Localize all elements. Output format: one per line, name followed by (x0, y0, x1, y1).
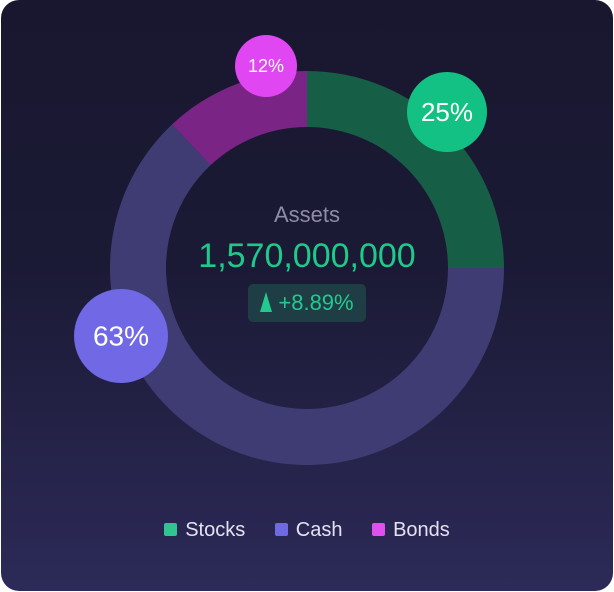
legend-label-bonds: Bonds (393, 519, 450, 541)
legend-item-stocks[interactable]: Stocks (164, 516, 245, 544)
data-label-text-cash: 63% (93, 321, 149, 352)
center-title: Assets (273, 202, 341, 227)
data-label-bonds: 12% (235, 35, 297, 97)
data-label-stocks: 25% (407, 72, 487, 152)
chart-legend: Stocks Cash Bonds (1, 516, 613, 544)
legend-item-cash[interactable]: Cash (274, 516, 343, 544)
data-label-text-stocks: 25% (421, 97, 473, 127)
legend-label-cash: Cash (295, 519, 343, 541)
total-assets-value: 1,570,000,000 (198, 237, 416, 275)
donut-center: Assets 1,570,000,000 +8.89% (157, 200, 457, 322)
legend-label-stocks: Stocks (185, 519, 246, 541)
change-value: +8.89% (278, 290, 354, 315)
trend-up-icon (260, 292, 273, 312)
assets-chart-card: 25% 63% 12% Assets 1,570,000,000 +8.89% St… (1, 0, 613, 591)
legend-swatch-cash (274, 523, 288, 536)
legend-swatch-bonds (372, 523, 386, 536)
data-label-text-bonds: 12% (248, 56, 284, 76)
legend-swatch-stocks (164, 523, 178, 536)
change-badge: +8.89% (248, 284, 366, 322)
legend-item-bonds[interactable]: Bonds (372, 516, 450, 544)
data-label-cash: 63% (74, 289, 168, 383)
